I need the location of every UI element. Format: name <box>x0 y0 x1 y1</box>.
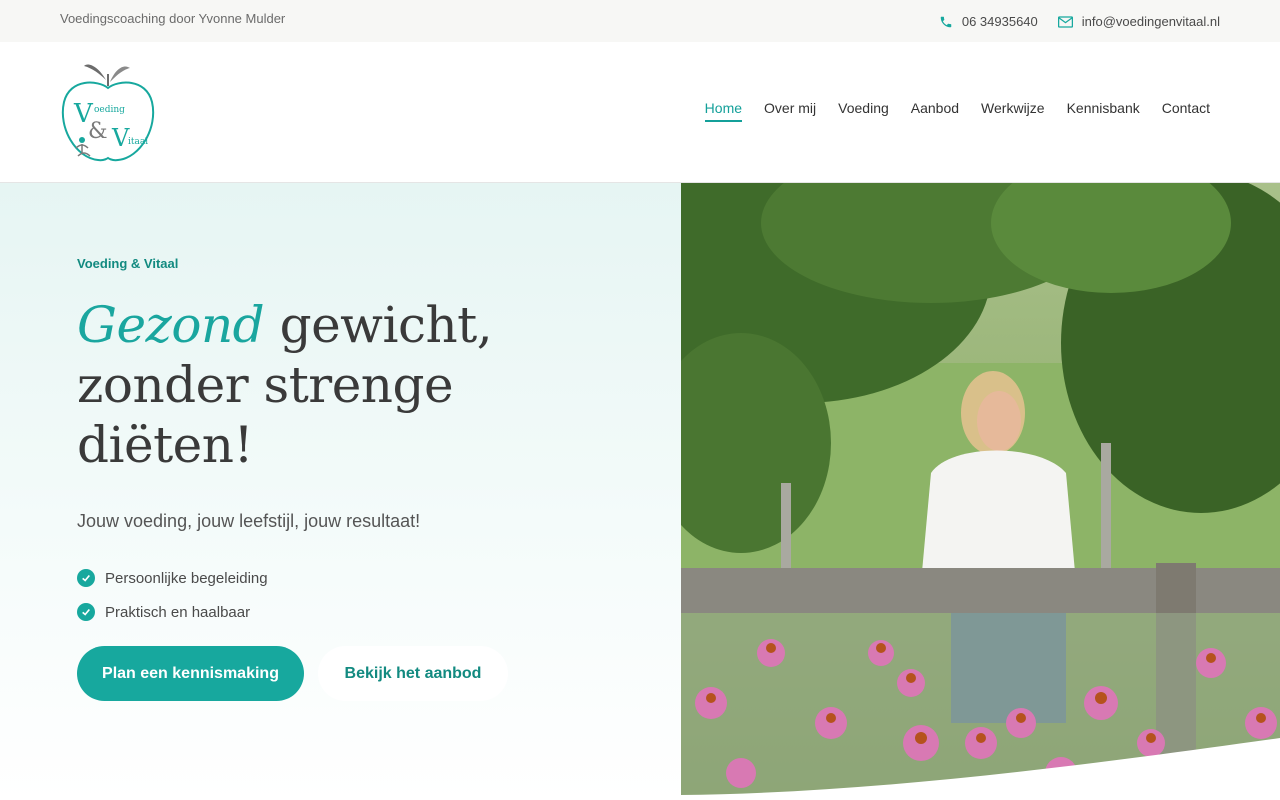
nav-item-voeding[interactable]: Voeding <box>838 100 889 122</box>
envelope-icon <box>1057 15 1073 28</box>
email-address: info@voedingenvitaal.nl <box>1081 14 1220 29</box>
nav-item-kennisbank[interactable]: Kennisbank <box>1067 100 1140 122</box>
logo[interactable]: V oeding & V itaal <box>58 60 158 166</box>
email-link[interactable]: info@voedingenvitaal.nl <box>1057 14 1220 29</box>
benefit-label: Persoonlijke begeleiding <box>105 569 268 587</box>
site-header: V oeding & V itaal Home Over mij Voeding… <box>0 42 1280 183</box>
headline-part-1: gewicht, <box>264 296 493 354</box>
benefit-label: Praktisch en haalbaar <box>105 603 251 621</box>
check-circle-icon <box>77 569 95 587</box>
headline-part-3: diëten! <box>77 416 254 474</box>
nav-item-contact[interactable]: Contact <box>1162 100 1210 122</box>
hero-photo-illustration <box>681 183 1280 800</box>
benefit-list: Persoonlijke begeleiding Praktisch en ha… <box>77 561 268 629</box>
check-circle-icon <box>77 603 95 621</box>
hero-eyebrow: Voeding & Vitaal <box>77 256 179 271</box>
hero-photo <box>681 183 1280 800</box>
topbar-tagline: Voedingscoaching door Yvonne Mulder <box>60 11 286 26</box>
bekijk-aanbod-button[interactable]: Bekijk het aanbod <box>318 646 508 701</box>
hero-headline: Gezond gewicht, zonder strenge diëten! <box>77 295 547 475</box>
nav-item-home[interactable]: Home <box>704 100 743 122</box>
cta-row: Plan een kennismaking Bekijk het aanbod <box>77 646 508 701</box>
phone-number: 06 34935640 <box>961 14 1038 29</box>
benefit-item: Praktisch en haalbaar <box>77 595 268 629</box>
topbar-contact: 06 34935640 info@voedingenvitaal.nl <box>939 14 1220 29</box>
nav-item-werkwijze[interactable]: Werkwijze <box>981 100 1045 122</box>
hero-subline: Jouw voeding, jouw leefstijl, jouw resul… <box>77 511 421 531</box>
main-nav: Home Over mij Voeding Aanbod Werkwijze K… <box>704 100 1210 122</box>
topbar: Voedingscoaching door Yvonne Mulder 06 3… <box>0 0 1280 42</box>
nav-item-over-mij[interactable]: Over mij <box>764 100 816 122</box>
benefit-item: Persoonlijke begeleiding <box>77 561 268 595</box>
svg-text:itaal: itaal <box>128 137 148 147</box>
phone-icon <box>939 15 953 29</box>
svg-text:oeding: oeding <box>94 105 125 115</box>
svg-text:&: & <box>88 119 108 144</box>
headline-accent: Gezond <box>77 296 265 354</box>
plan-kennismaking-button[interactable]: Plan een kennismaking <box>77 646 304 701</box>
nav-item-aanbod[interactable]: Aanbod <box>911 100 959 122</box>
hero-content: Voeding & Vitaal Gezond gewicht, zonder … <box>0 183 681 800</box>
headline-part-2: zonder strenge <box>77 356 454 414</box>
phone-link[interactable]: 06 34935640 <box>939 14 1038 29</box>
